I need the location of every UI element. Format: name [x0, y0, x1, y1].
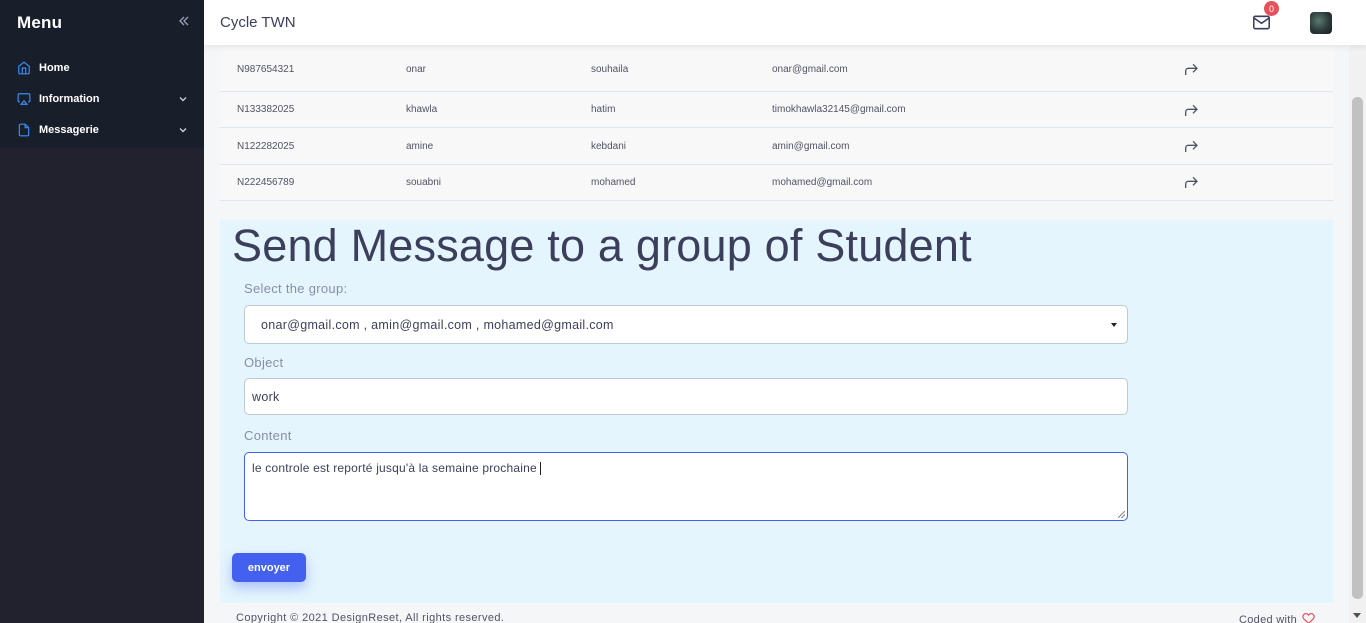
content-textarea-value: le controle est reporté jusqu'à la semai… [252, 461, 537, 475]
email-cell: timokhawla32145@gmail.com [772, 104, 906, 116]
student-id-cell: N222456789 [237, 176, 295, 188]
forward-icon[interactable] [1183, 139, 1213, 153]
scroll-down-arrow-icon[interactable] [1353, 613, 1361, 618]
home-icon [16, 60, 32, 76]
email-cell: mohamed@gmail.com [772, 176, 873, 188]
notification-badge: 0 [1264, 1, 1279, 16]
student-id-cell: N987654321 [237, 63, 295, 75]
send-message-panel: Send Message to a group of Student Selec… [220, 220, 1333, 603]
forward-icon[interactable] [1183, 103, 1213, 117]
footer-credit: Coded with [1239, 612, 1315, 623]
forward-icon[interactable] [1183, 175, 1213, 189]
content-label: Content [244, 428, 292, 443]
first-name-cell: khawla [406, 104, 438, 116]
heart-icon [1302, 612, 1315, 623]
email-cell: amin@gmail.com [772, 140, 850, 152]
table-row: N122282025 amine kebdani amin@gmail.com [220, 128, 1333, 165]
object-input[interactable]: work [244, 378, 1128, 415]
scroll-thumb[interactable] [1352, 97, 1363, 599]
first-name-cell: amine [406, 140, 434, 152]
student-id-cell: N133382025 [237, 104, 295, 116]
page-scrollbar[interactable] [1349, 0, 1366, 623]
student-id-cell: N122282025 [237, 140, 295, 152]
object-input-value: work [252, 389, 280, 404]
group-select[interactable]: onar@gmail.com , amin@gmail.com , mohame… [244, 305, 1128, 344]
text-cursor [539, 462, 541, 476]
first-name-cell: onar [406, 63, 427, 75]
sidebar-item-label: Information [39, 92, 100, 105]
airplay-icon [16, 91, 32, 107]
forward-icon[interactable] [1183, 62, 1213, 76]
sidebar-item-label: Messagerie [39, 123, 99, 136]
caret-down-icon [1111, 323, 1117, 327]
footer-copyright: Copyright © 2021 DesignReset, All rights… [236, 612, 505, 623]
email-cell: onar@gmail.com [772, 63, 848, 75]
sidebar-item-home[interactable]: Home [0, 52, 204, 83]
table-row: N222456789 souabni mohamed mohamed@gmail.co… [220, 165, 1333, 202]
coded-with-label: Coded with [1239, 613, 1298, 623]
sidebar-item-label: Home [39, 61, 70, 74]
first-name-cell: souabni [406, 176, 442, 188]
sidebar-title: Menu [17, 12, 63, 32]
app-title: Cycle TWN [220, 14, 296, 31]
sidebar-item-messagerie[interactable]: Messagerie [0, 114, 204, 145]
send-button[interactable]: envoyer [232, 553, 306, 582]
last-name-cell: hatim [591, 104, 616, 116]
resize-handle-icon[interactable] [1118, 511, 1125, 518]
mail-icon [1252, 15, 1271, 35]
sidebar: Menu Home Information Messagerie [0, 0, 204, 623]
group-label: Select the group: [244, 281, 348, 296]
page-title: Send Message to a group of Student [232, 220, 972, 271]
avatar[interactable] [1310, 12, 1332, 34]
top-header: Cycle TWN 0 [204, 0, 1366, 45]
sidebar-header: Menu [0, 0, 204, 45]
last-name-cell: mohamed [591, 176, 636, 188]
table-row: N987654321 onar souhaila onar@gmail.com [220, 47, 1333, 92]
chevron-down-icon [178, 94, 188, 104]
sidebar-menu: Home Information Messagerie [0, 45, 204, 148]
file-icon [16, 122, 32, 138]
table-row: N133382025 khawla hatim timokhawla32145@gma… [220, 92, 1333, 129]
object-label: Object [244, 355, 284, 370]
mail-button[interactable]: 0 [1252, 1, 1279, 35]
last-name-cell: souhaila [591, 63, 629, 75]
chevron-down-icon [178, 125, 188, 135]
content-textarea[interactable]: le controle est reporté jusqu'à la semai… [244, 452, 1128, 521]
last-name-cell: kebdani [591, 140, 627, 152]
collapse-sidebar-icon[interactable] [178, 14, 190, 31]
sidebar-item-information[interactable]: Information [0, 83, 204, 114]
group-select-value: onar@gmail.com , amin@gmail.com , mohame… [261, 317, 614, 332]
student-table: N987654321 onar souhaila onar@gmail.com N133… [220, 47, 1333, 202]
